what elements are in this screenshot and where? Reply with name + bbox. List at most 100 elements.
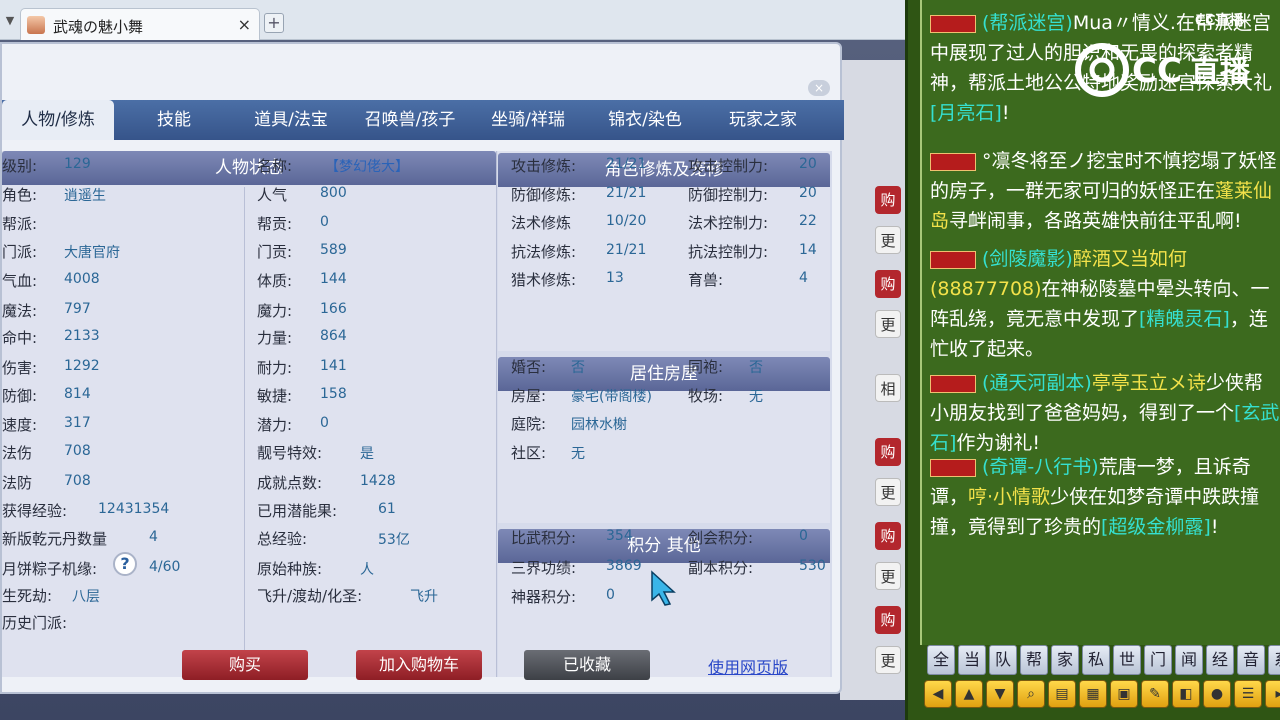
status-value: 141: [320, 358, 347, 374]
chat-channel-8[interactable]: 闻: [1175, 645, 1203, 675]
status-label: 耐力:: [257, 359, 293, 377]
chat-channel-5[interactable]: 私: [1082, 645, 1110, 675]
chat-channel-6[interactable]: 世: [1113, 645, 1141, 675]
cultivation-label: 法术控制力:: [688, 214, 769, 232]
chat-message: (奇谭-八行书)荒唐一梦，且诉奇谭，哼·小情歌少侠在如梦奇谭中跌跌撞撞，竟得到了…: [930, 452, 1280, 542]
background-button[interactable]: 购: [875, 606, 901, 634]
cultivation-value: 20: [799, 156, 817, 172]
new-tab-button[interactable]: +: [264, 13, 284, 33]
status-value: 12431354: [98, 501, 170, 517]
cultivation-label: 防御控制力:: [688, 185, 769, 204]
chat-bubble-icon[interactable]: ●: [1203, 680, 1231, 708]
chat-channel-2[interactable]: 队: [989, 645, 1017, 675]
nav-tab-3[interactable]: 召唤兽/孩子: [352, 100, 468, 140]
more-icon[interactable]: ▸: [1265, 680, 1280, 708]
arrow-left-icon[interactable]: ◀: [924, 680, 952, 708]
cultivation-label: 抗法修炼:: [511, 242, 577, 261]
housing-value: 否: [749, 360, 763, 376]
status-value: 144: [320, 271, 347, 287]
system-tag-icon: [930, 14, 976, 33]
status-label: 月饼粽子机缘:: [2, 560, 98, 578]
tab-close-icon[interactable]: ×: [238, 15, 251, 34]
nav-tab-4[interactable]: 坐骑/祥瑞: [472, 100, 584, 140]
search-icon[interactable]: ⌕: [1017, 680, 1045, 708]
status-label: 新版乾元丹数量: [2, 530, 108, 548]
status-value: 61: [378, 501, 396, 517]
status-value: 708: [64, 443, 91, 459]
arrow-up-icon[interactable]: ▲: [955, 680, 983, 708]
status-label: 名称:: [257, 157, 293, 175]
system-tag-icon: [930, 250, 976, 269]
cc-live-watermark: CC直播: [1195, 13, 1244, 29]
background-button[interactable]: 购: [875, 438, 901, 466]
lock-icon[interactable]: ▣: [1110, 680, 1138, 708]
list-icon[interactable]: ☰: [1234, 680, 1262, 708]
browser-tab[interactable]: 武魂の魅小舞 ×: [20, 8, 260, 40]
cultivation-value: 13: [606, 270, 624, 286]
cultivation-value: 20: [799, 184, 817, 201]
web-version-link[interactable]: 使用网页版: [708, 654, 788, 678]
status-value: 708: [64, 473, 91, 489]
nav-tab-5[interactable]: 锦衣/染色: [590, 100, 700, 140]
background-button[interactable]: 更: [875, 310, 901, 338]
cc-live-logo-icon: CC 直播: [1075, 43, 1251, 97]
nav-tab-2[interactable]: 道具/法宝: [234, 100, 348, 140]
nav-tab-6[interactable]: 玩家之家: [704, 100, 822, 140]
chat-segment: °凛冬将至ノ: [982, 150, 1087, 172]
chat-panel: (帮派迷宫)Mua〃情义.在帮派迷宫中展现了过人的胆识和无畏的探索者精神，帮派土…: [905, 0, 1280, 720]
cultivation-value: 21/21: [606, 184, 647, 201]
status-label: 已用潜能果:: [257, 502, 338, 520]
housing-value: 豪宅(带阁楼): [571, 388, 652, 405]
chat-channel-4[interactable]: 家: [1051, 645, 1079, 675]
points-label: 剑会积分:: [688, 529, 754, 547]
status-label: 历史门派:: [2, 614, 68, 632]
cultivation-value: 21/21: [606, 241, 647, 258]
chat-channel-7[interactable]: 门: [1144, 645, 1172, 675]
chat-channel-0[interactable]: 全: [927, 645, 955, 675]
background-button[interactable]: 更: [875, 226, 901, 254]
cultivation-value: 14: [799, 241, 817, 258]
status-label: 帮派:: [2, 215, 38, 233]
status-label: 获得经验:: [2, 502, 68, 520]
status-label: 原始种族:: [257, 560, 323, 578]
status-value: 166: [320, 301, 347, 317]
background-button[interactable]: 更: [875, 646, 901, 674]
brush-icon[interactable]: ✎: [1141, 680, 1169, 708]
background-button[interactable]: 购: [875, 522, 901, 550]
dialog-close-icon[interactable]: ×: [808, 80, 830, 96]
status-label: 帮贡:: [257, 215, 293, 233]
chat-channel-10[interactable]: 音: [1237, 645, 1265, 675]
layers-icon[interactable]: ◧: [1172, 680, 1200, 708]
chat-channel-9[interactable]: 经: [1206, 645, 1234, 675]
note-icon[interactable]: ▤: [1048, 680, 1076, 708]
status-value: 逍遥生: [64, 188, 106, 204]
background-button[interactable]: 更: [875, 562, 901, 590]
status-value: 589: [320, 242, 347, 258]
buy-button[interactable]: 购买: [182, 650, 308, 680]
grid-icon[interactable]: ▦: [1079, 680, 1107, 708]
status-label: 魔力:: [257, 302, 293, 320]
chat-channel-11[interactable]: 系: [1268, 645, 1280, 675]
status-value: 4/60: [149, 559, 181, 575]
nav-tab-0[interactable]: 人物/修炼: [2, 100, 114, 140]
background-button[interactable]: 相: [875, 374, 901, 402]
points-value: 3869: [606, 557, 642, 574]
housing-value: 无: [749, 388, 763, 405]
favorited-button[interactable]: 已收藏: [524, 650, 650, 680]
help-question-icon[interactable]: ?: [113, 552, 137, 576]
favicon-icon: [27, 16, 45, 34]
panel-divider: [496, 151, 497, 677]
background-button[interactable]: 更: [875, 478, 901, 506]
background-button[interactable]: 购: [875, 186, 901, 214]
chat-channel-1[interactable]: 当: [958, 645, 986, 675]
nav-tab-1[interactable]: 技能: [128, 100, 220, 140]
background-button[interactable]: 购: [875, 270, 901, 298]
tab-list-arrow-icon[interactable]: ▼: [2, 12, 18, 30]
chat-segment: [月亮石]: [930, 102, 1002, 124]
arrow-down-icon[interactable]: ▼: [986, 680, 1014, 708]
status-label: 气血:: [2, 272, 38, 290]
add-to-cart-button[interactable]: 加入购物车: [356, 650, 482, 680]
chat-channel-3[interactable]: 帮: [1020, 645, 1048, 675]
category-nav: 人物/修炼 技能 道具/法宝 召唤兽/孩子 坐骑/祥瑞 锦衣/染色 玩家之家: [2, 100, 844, 140]
cultivation-label: 育兽:: [688, 271, 724, 289]
